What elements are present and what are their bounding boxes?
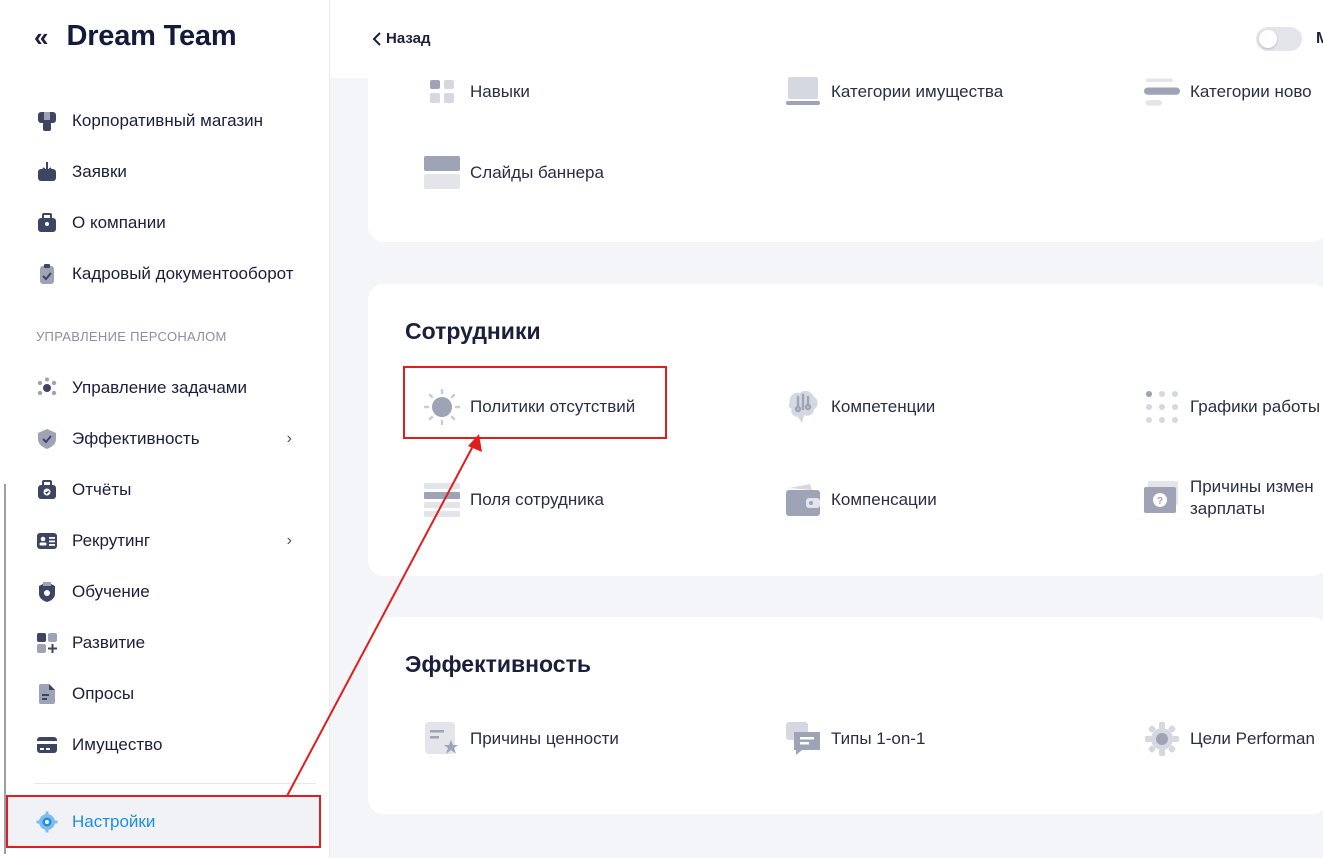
tile-label: Причины ценности [470,729,619,748]
laptop-icon [785,74,821,110]
toggle-label: М [1316,30,1323,47]
gear-icon [36,811,58,833]
tile-label: Компетенции [831,397,936,416]
sidebar-item-label: Опросы [72,684,135,703]
settings-card-general: Навыки Категории имущества Категории нов… [368,66,1323,242]
chat-icon [785,721,821,757]
team-icon [36,377,58,399]
sidebar-item-requests[interactable]: Заявки [36,157,298,187]
tile-label: Слайды баннера [470,163,604,182]
clipboard-check-icon [36,263,58,285]
sidebar-item-label: Отчёты [72,480,132,499]
chevron-left-icon [372,31,381,46]
tile-banner-slides[interactable]: Слайды баннера [424,155,604,191]
sidebar-item-label: Эффективность [72,429,200,448]
grid-plus-icon [36,632,58,654]
chevron-right-icon: › [286,430,292,447]
note-star-icon [424,721,460,757]
brand: « Dream Team [34,20,237,53]
sidebar-item-label: Настройки [72,811,156,831]
sidebar-item-label: Развитие [72,633,146,652]
sidebar-divider [34,783,316,784]
shop-icon [36,110,58,132]
tile-label: Типы 1-on-1 [831,729,926,748]
sidebar-item-reports[interactable]: Отчёты [36,475,298,505]
double-chevron-left-icon[interactable]: « [34,24,48,50]
sidebar-item-learning[interactable]: Обучение [36,577,298,607]
tile-employee-fields[interactable]: Поля сотрудника [424,482,604,518]
tile-label: Графики работы [1190,397,1321,416]
report-icon [36,479,58,501]
money-question-icon: ? [1144,480,1180,516]
tile-work-schedules[interactable]: Графики работы [1144,389,1320,425]
tile-label: Навыки [470,82,530,101]
id-card-icon [36,530,58,552]
sidebar-item-recruiting[interactable]: Рекрутинг › [36,526,298,556]
tile-compensations[interactable]: Компенсации [785,482,937,518]
grid-squares-icon [424,74,460,110]
sidebar-item-tasks[interactable]: Управление задачами [36,373,298,403]
sidebar-item-label: Рекрутинг [72,531,151,550]
lines-icon [1144,74,1180,110]
sidebar-item-label: Заявки [72,162,127,181]
tile-news-categories[interactable]: Категории ново [1144,74,1312,110]
sidebar: « Dream Team Корпоративный магазин Заявк… [0,0,330,858]
card-title: Эффективность [405,651,591,677]
sidebar-item-label: О компании [72,213,166,232]
tile-label: Причины измен зарплаты [1190,477,1314,518]
sidebar-item-property[interactable]: Имущество [36,730,298,760]
sidebar-item-hr-docs[interactable]: Кадровый документооборот [36,259,298,289]
tile-1on1-types[interactable]: Типы 1-on-1 [785,721,925,757]
annotation-highlight-box [403,366,667,439]
tile-label: Категории имущества [831,82,1004,101]
toggle-knob [1259,30,1277,48]
sidebar-item-label: Имущество [72,735,163,754]
brain-icon [785,389,821,425]
theme-toggle[interactable] [1256,27,1302,51]
gear-icon [1144,721,1180,757]
sidebar-item-about-company[interactable]: О компании [36,208,298,238]
tile-competencies[interactable]: Компетенции [785,389,935,425]
sidebar-item-label: Управление задачами [72,378,247,397]
tile-label: Компенсации [831,490,937,509]
banner-icon [424,155,460,191]
back-button[interactable]: Назад [372,30,430,47]
brand-title: Dream Team [66,20,237,52]
sidebar-item-settings[interactable]: Настройки [6,795,321,848]
inbox-icon [36,161,58,183]
tile-salary-change-reasons[interactable]: ? Причины измен зарплаты [1144,476,1323,520]
form-lines-icon [424,482,460,518]
award-icon [36,581,58,603]
shield-check-icon [36,428,58,450]
document-icon [36,683,58,705]
sidebar-item-surveys[interactable]: Опросы [36,679,298,709]
sidebar-item-label: Корпоративный магазин [72,111,264,130]
settings-card-efficiency: Эффективность Причины ценности Типы 1-on… [368,617,1323,814]
wallet-icon [785,482,821,518]
sidebar-item-development[interactable]: Развитие [36,628,298,658]
tile-value-reasons[interactable]: Причины ценности [424,721,619,757]
sidebar-item-shop[interactable]: Корпоративный магазин [36,106,298,136]
tile-label: Категории ново [1190,82,1312,101]
chevron-right-icon: › [286,532,292,549]
dots-grid-icon [1144,389,1180,425]
tile-label: Поля сотрудника [470,490,604,509]
tile-skills[interactable]: Навыки [424,74,530,110]
sidebar-item-label: Обучение [72,582,150,601]
sidebar-item-efficiency[interactable]: Эффективность › [36,424,298,454]
card-icon [36,734,58,756]
svg-text:?: ? [1157,496,1163,507]
section-label: УПРАВЛЕНИЕ ПЕРСОНАЛОМ [36,329,227,344]
sidebar-item-label: Кадровый документооборот [72,264,294,283]
briefcase-icon [36,212,58,234]
back-label: Назад [386,30,431,47]
tile-label: Цели Performan [1190,729,1315,748]
card-title: Сотрудники [405,318,541,344]
tile-performance-goals[interactable]: Цели Performan [1144,721,1315,757]
tile-property-categories[interactable]: Категории имущества [785,74,1003,110]
